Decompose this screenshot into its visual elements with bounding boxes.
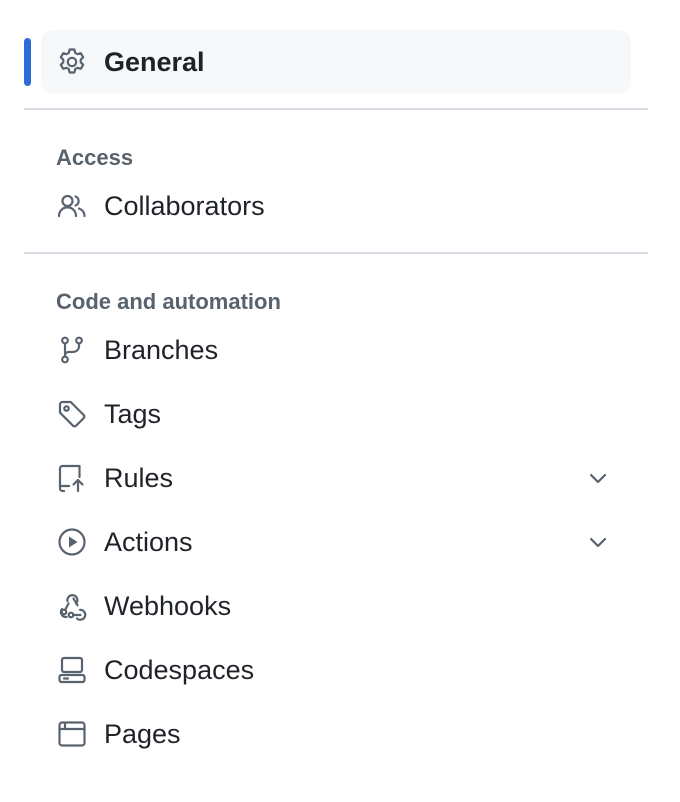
browser-icon [56,718,88,750]
sidebar-item-label: Actions [104,527,193,557]
git-branch-icon [56,334,88,366]
chevron-down-icon[interactable] [586,466,610,490]
sidebar-item-label: Webhooks [104,591,232,621]
gear-icon [56,46,88,78]
codespaces-icon [56,654,88,686]
sidebar-item-rules[interactable]: Rules [24,446,648,510]
sidebar-item-webhooks[interactable]: Webhooks [24,574,648,638]
sidebar-item-actions[interactable]: Actions [24,510,648,574]
sidebar-item-label: Collaborators [104,191,265,221]
sidebar-item-general[interactable]: General [24,30,631,94]
sidebar-item-pages[interactable]: Pages [24,702,648,766]
sidebar-item-collaborators[interactable]: Collaborators [24,174,648,238]
webhook-icon [56,590,88,622]
sidebar-item-label: Tags [104,399,162,429]
section-title-access: Access [56,145,134,170]
section-title-code-and-automation: Code and automation [56,289,281,314]
sidebar-item-label: Branches [104,335,219,365]
sidebar-item-branches[interactable]: Branches [24,318,648,382]
sidebar-item-label: Rules [104,463,174,493]
chevron-down-icon[interactable] [586,530,610,554]
repo-push-icon [56,462,88,494]
active-indicator [24,38,31,86]
sidebar-item-label: Codespaces [104,655,255,685]
tag-icon [56,398,88,430]
sidebar-item-label: General [104,47,205,77]
people-icon [56,190,88,222]
sidebar-item-codespaces[interactable]: Codespaces [24,638,648,702]
play-icon [56,526,88,558]
sidebar-item-tags[interactable]: Tags [24,382,648,446]
sidebar-item-label: Pages [104,719,181,749]
settings-sidebar: General Access Collaborators Code and au… [24,30,648,766]
